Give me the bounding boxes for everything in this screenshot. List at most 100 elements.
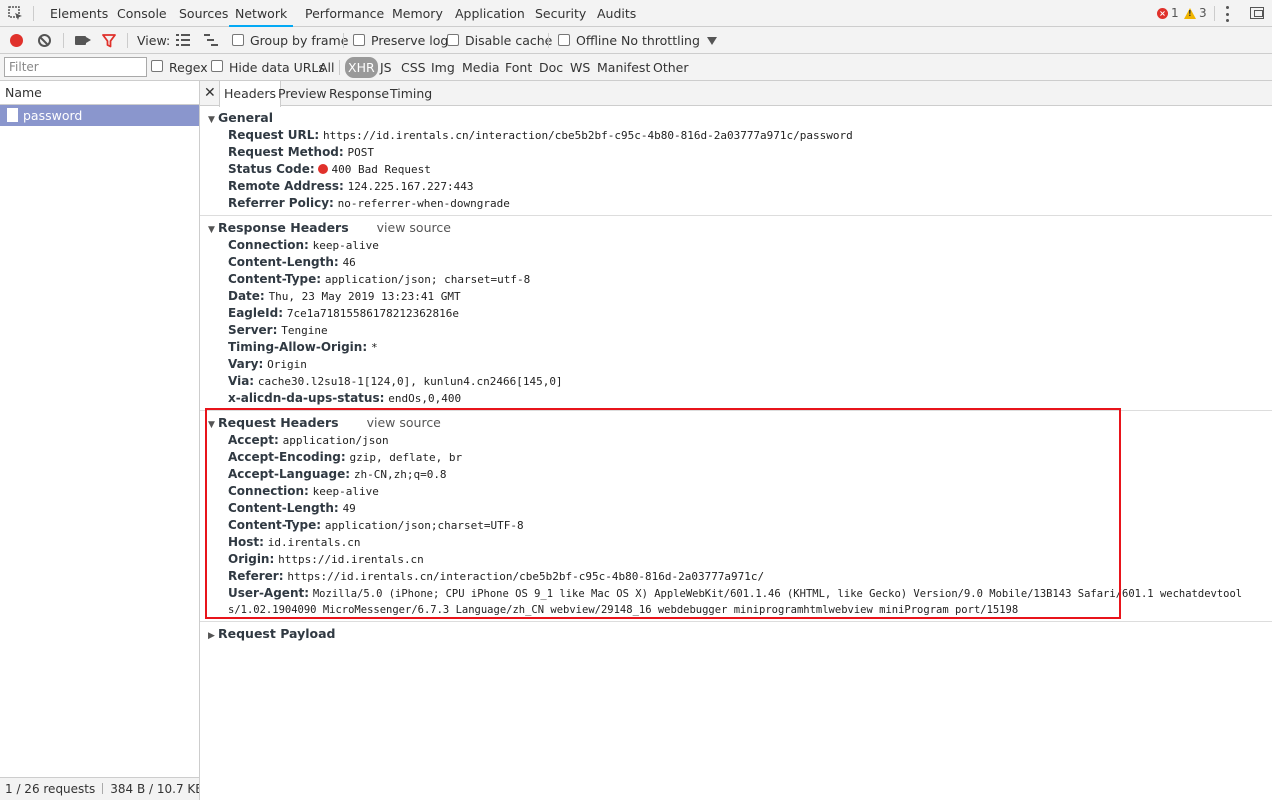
tab-security[interactable]: Security (535, 0, 586, 27)
tab-network[interactable]: Network (229, 0, 294, 27)
collapsed-triangle-icon: ▶ (208, 631, 215, 641)
request-headers-section-toggle[interactable]: ▼ Request Headers view source (208, 414, 441, 431)
header-row: Connection: keep-alive (228, 484, 379, 498)
request-count: 1 / 26 requests (5, 782, 96, 796)
expand-triangle-icon: ▼ (208, 420, 215, 430)
view-source-link[interactable]: view source (367, 415, 441, 430)
header-row: Remote Address: 124.225.167.227:443 (228, 179, 474, 193)
hide-data-urls-checkbox[interactable] (211, 60, 223, 72)
header-row: Timing-Allow-Origin: * (228, 340, 378, 354)
offline-checkbox[interactable] (558, 34, 570, 46)
response-headers-section-toggle[interactable]: ▼ Response Headers view source (208, 219, 451, 236)
header-row: Content-Length: 49 (228, 501, 356, 515)
offline-label: Offline (576, 33, 618, 48)
divider (33, 6, 34, 21)
request-payload-section-toggle[interactable]: ▶ Request Payload (208, 625, 335, 642)
filter-type-font[interactable]: Font (505, 54, 532, 81)
group-by-frame-checkbox[interactable] (232, 34, 244, 46)
preserve-log-label: Preserve log (371, 33, 449, 48)
filter-type-all[interactable]: All (319, 54, 335, 81)
header-row: Request URL: https://id.irentals.cn/inte… (228, 128, 853, 142)
overview-waterfall-icon[interactable] (204, 34, 218, 46)
view-source-link[interactable]: view source (377, 220, 451, 235)
network-summary: 1 / 26 requests 384 B / 10.7 KB t... (0, 777, 199, 800)
inspect-element-icon[interactable] (8, 6, 24, 22)
capture-screenshots-icon[interactable] (75, 36, 91, 45)
header-row: Via: cache30.l2su18-1[124,0], kunlun4.cn… (228, 374, 563, 388)
header-row: Accept-Language: zh-CN,zh;q=0.8 (228, 467, 447, 481)
request-list: Name password 1 / 26 requests 384 B / 10.… (0, 81, 200, 800)
filter-icon[interactable] (102, 34, 116, 48)
error-count-badge[interactable]: × 1 (1157, 6, 1179, 20)
section-divider (200, 621, 1272, 622)
header-row: x-alicdn-da-ups-status: endOs,0,400 (228, 391, 462, 405)
large-rows-icon[interactable] (176, 34, 190, 46)
header-row: Date: Thu, 23 May 2019 13:23:41 GMT (228, 289, 461, 303)
request-details: ✕ Headers Preview Response Timing ▼ Gener… (200, 81, 1272, 800)
header-row: User-Agent: Mozilla/5.0 (iPhone; CPU iPh… (228, 586, 1243, 600)
warning-count-badge[interactable]: ! 3 (1184, 6, 1207, 20)
request-row-password[interactable]: password (0, 105, 199, 126)
tab-response[interactable]: Response (329, 81, 389, 106)
header-row: Accept: application/json (228, 433, 389, 447)
warning-count: 3 (1199, 6, 1207, 20)
header-row: Content-Type: application/json;charset=U… (228, 518, 524, 532)
filter-input[interactable] (4, 57, 147, 77)
preserve-log-checkbox[interactable] (353, 34, 365, 46)
filter-type-ws[interactable]: WS (570, 54, 590, 81)
filter-type-media[interactable]: Media (462, 54, 500, 81)
section-divider (200, 215, 1272, 216)
regex-checkbox[interactable] (151, 60, 163, 72)
status-error-icon (318, 164, 329, 174)
header-row: Content-Type: application/json; charset=… (228, 272, 531, 286)
filter-type-css[interactable]: CSS (401, 54, 426, 81)
divider (127, 33, 128, 48)
tab-console[interactable]: Console (117, 0, 167, 27)
tab-elements[interactable]: Elements (50, 0, 108, 27)
header-row: Accept-Encoding: gzip, deflate, br (228, 450, 463, 464)
tab-timing[interactable]: Timing (390, 81, 432, 106)
filter-bar: Regex Hide data URLs All XHR JS CSS Img … (0, 54, 1272, 81)
tab-audits[interactable]: Audits (597, 0, 636, 27)
disable-cache-checkbox[interactable] (447, 34, 459, 46)
header-row: Request Method: POST (228, 145, 375, 159)
close-icon[interactable]: ✕ (204, 84, 216, 102)
record-button[interactable] (10, 34, 23, 47)
tab-headers[interactable]: Headers (219, 81, 282, 107)
divider (548, 33, 549, 48)
filter-type-js[interactable]: JS (380, 54, 392, 81)
header-row: Status Code: 400 Bad Request (228, 162, 431, 176)
filter-type-xhr[interactable]: XHR (345, 57, 378, 78)
detail-tabs: ✕ Headers Preview Response Timing (200, 81, 1272, 107)
transfer-size: 384 B / 10.7 KB t... (110, 782, 199, 796)
throttling-select[interactable]: No throttling (621, 27, 700, 54)
tab-application[interactable]: Application (455, 0, 525, 27)
document-icon (7, 108, 18, 122)
error-icon: × (1157, 7, 1168, 19)
filter-type-other[interactable]: Other (653, 54, 689, 81)
devtools-tabbar: Elements Console Sources Network Perform… (0, 0, 1272, 27)
divider (63, 33, 64, 48)
filter-type-img[interactable]: Img (431, 54, 455, 81)
filter-type-doc[interactable]: Doc (539, 54, 563, 81)
tab-memory[interactable]: Memory (392, 0, 443, 27)
header-row: Vary: Origin (228, 357, 307, 371)
clear-button[interactable] (38, 34, 51, 47)
filter-type-manifest[interactable]: Manifest (597, 54, 650, 81)
header-row: Referrer Policy: no-referrer-when-downgr… (228, 196, 510, 210)
group-by-frame-label: Group by frame (250, 33, 349, 48)
tab-performance[interactable]: Performance (305, 0, 384, 27)
undock-icon[interactable] (1250, 7, 1264, 19)
tab-sources[interactable]: Sources (179, 0, 228, 27)
header-row: Content-Length: 46 (228, 255, 356, 269)
view-label: View: (137, 33, 171, 48)
chevron-down-icon[interactable] (707, 37, 717, 45)
name-column-header[interactable]: Name (0, 81, 199, 105)
expand-triangle-icon: ▼ (208, 225, 215, 235)
error-count: 1 (1171, 6, 1179, 20)
warning-icon: ! (1184, 7, 1196, 19)
general-section-toggle[interactable]: ▼ General (208, 109, 273, 126)
request-name: password (23, 108, 83, 123)
tab-preview[interactable]: Preview (278, 81, 327, 106)
more-options-icon[interactable] (1226, 6, 1230, 22)
